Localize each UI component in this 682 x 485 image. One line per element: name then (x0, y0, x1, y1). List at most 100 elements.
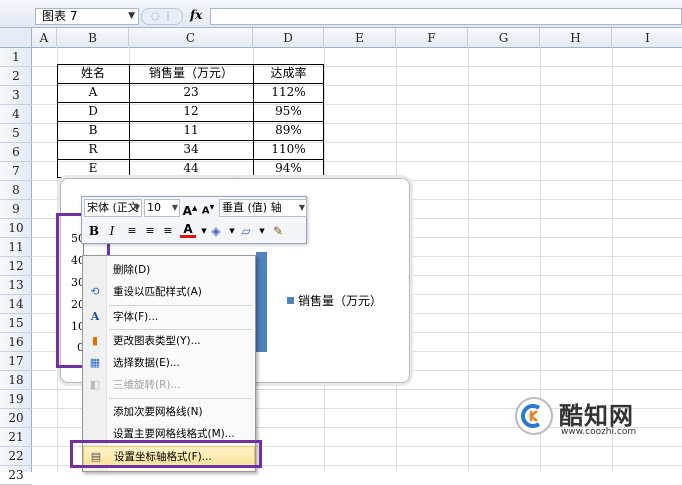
column-headers: A B C D E F G H I (0, 28, 682, 48)
table-cell[interactable]: 95% (253, 102, 324, 121)
table-cell[interactable]: R (57, 140, 129, 159)
reset-style-icon: ⟲ (90, 285, 100, 298)
table-cell[interactable]: E (57, 159, 129, 178)
menu-item-change-chart-type[interactable]: ▮ 更改图表类型(Y)... (83, 331, 255, 351)
column-header-d[interactable]: D (253, 28, 324, 48)
align-right-icon[interactable]: ≡ (160, 222, 176, 240)
name-box-value: 图表 7 (42, 9, 78, 23)
row-header[interactable]: 19 (0, 390, 32, 409)
menu-item-delete[interactable]: 删除(D) (83, 260, 255, 280)
table-cell[interactable]: 12 (129, 102, 253, 121)
mini-toolbar: 宋体 (正文 ▼ 10 ▼ A▲ A▼ 垂直 (值) 轴 ▼ B I ≡ ≡ ≡… (81, 196, 307, 244)
table-cell[interactable]: 94% (253, 159, 324, 178)
format-painter-icon[interactable]: ✎ (270, 222, 286, 240)
row-header[interactable]: 12 (0, 257, 32, 276)
menu-item-select-data[interactable]: ▦ 选择数据(E)... (83, 353, 255, 373)
column-header-a[interactable]: A (32, 28, 57, 48)
row-header[interactable]: 22 (0, 447, 32, 466)
row-header[interactable]: 14 (0, 295, 32, 314)
row-header[interactable]: 13 (0, 276, 32, 295)
legend-label: 销售量（万元） (298, 294, 383, 308)
row-header[interactable]: 15 (0, 314, 32, 333)
font-color-button[interactable]: A (180, 222, 196, 238)
table-cell[interactable]: 11 (129, 121, 253, 140)
menu-selection-highlight (70, 440, 262, 468)
align-center-icon[interactable]: ≡ (142, 222, 158, 240)
table-cell[interactable]: D (57, 102, 129, 121)
row-header[interactable]: 1 (0, 48, 32, 67)
table-cell[interactable]: A (57, 83, 129, 102)
fx-icon[interactable]: fx (190, 8, 202, 22)
legend-swatch (287, 297, 294, 304)
menu-item-add-minor-gridlines[interactable]: 添加次要网格线(N) (83, 402, 255, 422)
row-header[interactable]: 5 (0, 124, 32, 143)
row-header[interactable]: 20 (0, 409, 32, 428)
formula-input[interactable] (210, 8, 682, 25)
column-header-e[interactable]: E (324, 28, 396, 48)
grow-font-icon[interactable]: A▲ (182, 199, 198, 218)
font-size-select[interactable]: 10 ▼ (144, 199, 180, 217)
font-name-select[interactable]: 宋体 (正文 ▼ (84, 199, 142, 217)
menu-item-font[interactable]: A 字体(F)... (83, 307, 255, 327)
row-header[interactable]: 17 (0, 352, 32, 371)
font-icon: A (90, 310, 100, 323)
row-header[interactable]: 8 (0, 181, 32, 200)
table-header-rate[interactable]: 达成率 (253, 64, 324, 83)
row-header[interactable]: 3 (0, 86, 32, 105)
bold-button[interactable]: B (86, 222, 102, 240)
row-header[interactable]: 11 (0, 238, 32, 257)
menu-separator (109, 305, 253, 306)
row-header[interactable]: 16 (0, 333, 32, 352)
italic-button[interactable]: I (104, 222, 120, 240)
chevron-down-icon[interactable]: ▼ (299, 200, 305, 216)
table-header-sales[interactable]: 销售量（万元） (129, 64, 253, 83)
table-header-name[interactable]: 姓名 (57, 64, 129, 83)
shrink-font-icon[interactable]: A▼ (200, 199, 216, 217)
chart-legend[interactable]: 销售量（万元） (287, 292, 382, 309)
resize-handle[interactable]: ⋯ (231, 176, 241, 182)
select-all-corner[interactable] (0, 28, 32, 48)
table-cell[interactable]: 89% (253, 121, 324, 140)
font-size-value: 10 (147, 201, 161, 214)
watermark-logo-icon (515, 397, 553, 435)
outline-color-icon[interactable]: ▱ (238, 222, 254, 240)
chevron-down-icon[interactable]: ▼ (254, 222, 270, 240)
chevron-down-icon[interactable]: ▼ (172, 200, 178, 216)
watermark-url: www.coozhi.com (561, 427, 637, 437)
column-header-c[interactable]: C (129, 28, 253, 48)
row-header[interactable]: 10 (0, 219, 32, 238)
row-header[interactable]: 4 (0, 105, 32, 124)
chart-element-select[interactable]: 垂直 (值) 轴 ▼ (219, 199, 307, 217)
column-header-g[interactable]: G (468, 28, 540, 48)
row-header[interactable]: 21 (0, 428, 32, 447)
table-cell[interactable]: 34 (129, 140, 253, 159)
row-header[interactable]: 9 (0, 200, 32, 219)
row-header[interactable]: 18 (0, 371, 32, 390)
table-cell[interactable]: 110% (253, 140, 324, 159)
font-name-value: 宋体 (正文 (87, 201, 139, 214)
formula-cancel-enter-buttons[interactable]: ◌ ⋮ (141, 8, 183, 25)
table-cell[interactable]: 23 (129, 83, 253, 102)
name-box[interactable]: 图表 7 ▼ (35, 8, 139, 25)
row-header[interactable]: 2 (0, 67, 32, 86)
menu-item-3d-rotation: ◧ 三维旋转(R)... (89, 378, 181, 391)
chevron-down-icon[interactable]: ▼ (134, 200, 140, 216)
chart-type-icon: ▮ (91, 334, 99, 347)
menu-separator (109, 398, 253, 399)
align-left-icon[interactable]: ≡ (124, 222, 140, 240)
fill-color-icon[interactable]: ◈ (208, 222, 224, 240)
column-header-b[interactable]: B (57, 28, 129, 48)
series-bar[interactable] (256, 252, 267, 352)
row-header[interactable]: 6 (0, 143, 32, 162)
menu-item-reset-style[interactable]: ⟲ 重设以匹配样式(A) (83, 282, 255, 302)
row-header[interactable]: 23 (0, 466, 32, 485)
table-cell[interactable]: 112% (253, 83, 324, 102)
chevron-down-icon[interactable]: ▼ (128, 9, 135, 24)
column-header-h[interactable]: H (540, 28, 612, 48)
resize-handle[interactable]: ⋮ (406, 276, 412, 287)
row-header[interactable]: 7 (0, 162, 32, 181)
column-header-i[interactable]: I (612, 28, 682, 48)
table-cell[interactable]: B (57, 121, 129, 140)
column-header-f[interactable]: F (396, 28, 468, 48)
watermark-name: 酷知网 (559, 402, 634, 430)
